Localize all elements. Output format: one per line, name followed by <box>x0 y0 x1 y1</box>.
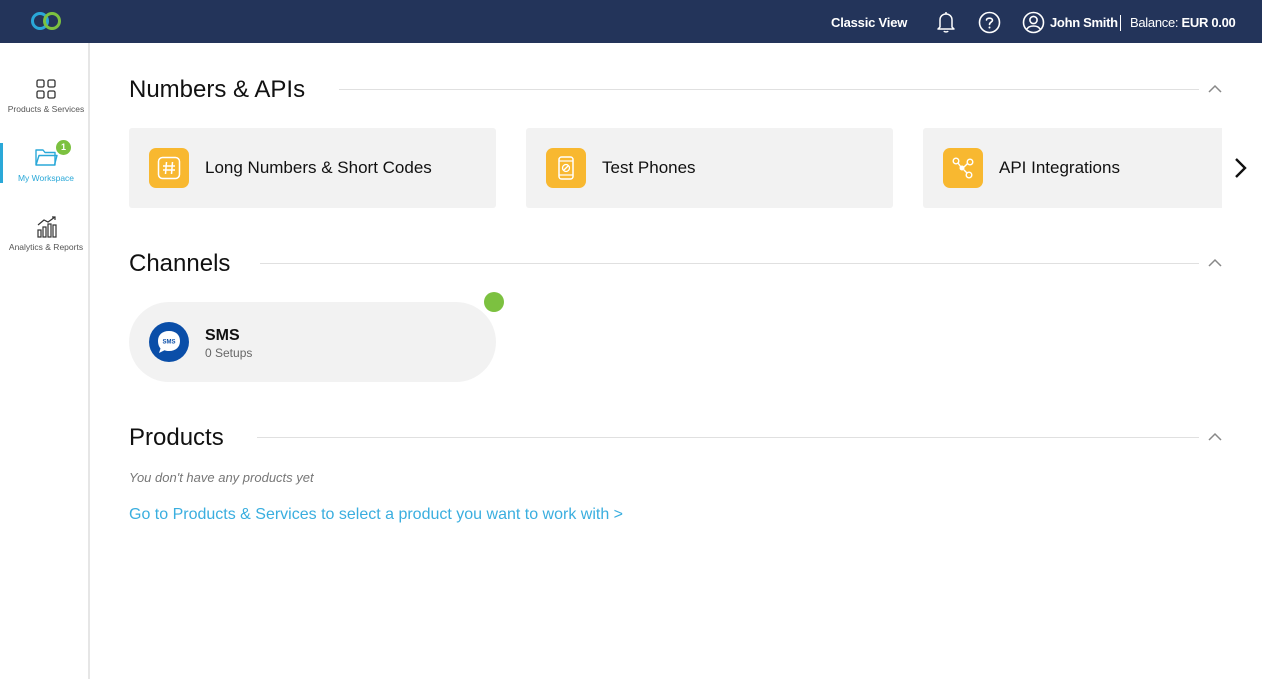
sidebar: Products & Services My Workspace 1 Analy… <box>0 43 90 679</box>
balance-label: Balance: <box>1130 15 1179 30</box>
share-nodes-icon <box>943 148 983 188</box>
sms-icon-text: SMS <box>162 339 175 345</box>
card-long-numbers[interactable]: Long Numbers & Short Codes <box>129 128 496 208</box>
section-title-numbers-apis: Numbers & APIs <box>129 76 306 103</box>
card-api-integrations[interactable]: API Integrations <box>923 128 1222 208</box>
bell-icon[interactable] <box>934 10 958 34</box>
sidebar-item-label: My Workspace <box>17 173 75 183</box>
sms-chat-icon: SMS <box>149 322 189 362</box>
grid-icon <box>36 79 56 99</box>
classic-view-link[interactable]: Classic View <box>831 15 907 30</box>
header-divider <box>1120 15 1121 31</box>
phone-icon <box>546 148 586 188</box>
chevron-up-icon[interactable] <box>1208 432 1222 442</box>
chart-icon <box>37 216 57 238</box>
card-label: Long Numbers & Short Codes <box>205 158 432 177</box>
section-divider <box>339 89 1199 90</box>
chevron-right-icon[interactable] <box>1233 157 1249 179</box>
sidebar-item-products-services[interactable]: Products & Services <box>0 73 88 129</box>
card-label: Test Phones <box>602 158 696 177</box>
sidebar-item-label: Products & Services <box>7 104 85 114</box>
sidebar-item-analytics-reports[interactable]: Analytics & Reports <box>0 213 88 269</box>
go-to-products-link[interactable]: Go to Products & Services to select a pr… <box>129 506 623 524</box>
hash-icon <box>149 148 189 188</box>
channel-title: SMS <box>205 327 240 344</box>
balance-display: Balance: EUR 0.00 <box>1130 15 1236 30</box>
top-bar: Classic View John Smith Balance: EUR 0.0… <box>0 0 1262 43</box>
section-title-channels: Channels <box>129 250 231 277</box>
card-test-phones[interactable]: Test Phones <box>526 128 893 208</box>
section-divider <box>260 263 1199 264</box>
chevron-up-icon[interactable] <box>1208 84 1222 94</box>
channel-setups-count: 0 Setups <box>205 346 253 360</box>
user-name[interactable]: John Smith <box>1050 15 1118 30</box>
channel-card-sms[interactable]: SMS SMS 0 Setups <box>129 302 496 382</box>
chevron-up-icon[interactable] <box>1208 258 1222 268</box>
folder-icon <box>35 149 58 166</box>
user-avatar-icon[interactable] <box>1022 11 1045 34</box>
status-indicator <box>484 292 504 312</box>
sidebar-item-label: Analytics & Reports <box>8 242 84 252</box>
empty-products-text: You don't have any products yet <box>129 470 314 485</box>
balance-value: EUR 0.00 <box>1181 15 1236 30</box>
logo-icon[interactable] <box>29 10 63 32</box>
section-title-products: Products <box>129 424 224 451</box>
notification-badge: 1 <box>56 140 71 155</box>
help-icon[interactable] <box>978 11 1001 34</box>
section-divider <box>257 437 1199 438</box>
sidebar-item-my-workspace[interactable]: My Workspace <box>0 143 88 199</box>
card-label: API Integrations <box>999 158 1120 177</box>
